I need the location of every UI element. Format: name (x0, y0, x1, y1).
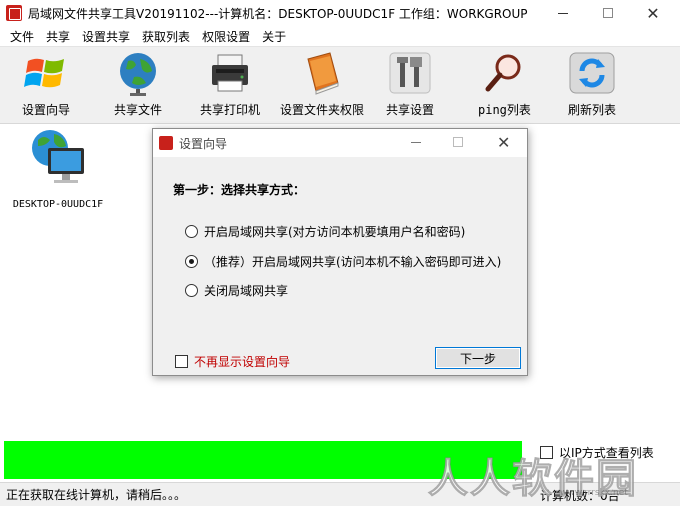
minimize-button[interactable] (540, 0, 586, 26)
dialog-maximize-button (453, 137, 463, 147)
dialog-app-icon (159, 136, 173, 150)
menu-set-share[interactable]: 设置共享 (76, 28, 136, 45)
globe-icon (114, 49, 162, 97)
share-settings-label: 共享设置 (386, 103, 435, 117)
printer-icon (206, 49, 254, 97)
folder-permissions-label: 设置文件夹权限 (280, 103, 365, 117)
folder-permissions-button[interactable]: 设置文件夹权限 (280, 49, 364, 121)
computer-item[interactable]: DESKTOP-0UUDC1F (10, 128, 106, 210)
magnifier-icon (480, 49, 528, 97)
share-files-button[interactable]: 共享文件 (114, 49, 162, 121)
option-disable-share[interactable]: 关闭局域网共享 (185, 282, 288, 299)
step-title: 第一步：选择共享方式： (173, 183, 306, 197)
refresh-list-button[interactable]: 刷新列表 (568, 49, 616, 121)
dont-show-wizard-checkbox[interactable]: 不再显示设置向导 (175, 353, 290, 370)
book-icon (298, 49, 346, 97)
next-button[interactable]: 下一步 (435, 347, 521, 369)
refresh-icon (568, 49, 616, 97)
maximize-button[interactable] (585, 0, 631, 26)
tools-icon (386, 49, 434, 97)
option-share-with-password[interactable]: 开启局域网共享(对方访问本机要填用户名和密码) (185, 223, 465, 240)
dialog-title: 设置向导 (179, 136, 228, 151)
status-text: 正在获取在线计算机，请稍后。。。 (6, 488, 187, 502)
setup-wizard-button[interactable]: 设置向导 (22, 49, 70, 121)
dialog-close-button[interactable]: ✕ (497, 133, 510, 152)
watermark-url: www.rrrskx.net (560, 488, 628, 498)
close-button[interactable]: ✕ (630, 0, 676, 26)
share-printer-button[interactable]: 共享打印机 (200, 49, 260, 121)
share-files-label: 共享文件 (114, 103, 163, 117)
radio-button[interactable] (185, 284, 198, 297)
window-title: 局域网文件共享工具V20191102---计算机名：DESKTOP-0UUDC1… (28, 6, 528, 21)
close-icon: ✕ (646, 3, 660, 23)
menu-get-list[interactable]: 获取列表 (136, 28, 196, 45)
dialog-title-bar: 设置向导 ✕ (153, 129, 527, 157)
maximize-icon (603, 8, 613, 18)
ping-list-button[interactable]: ping列表 (478, 49, 531, 121)
menu-about[interactable]: 关于 (256, 28, 292, 45)
option-label: 关闭局域网共享 (204, 284, 289, 298)
refresh-list-label: 刷新列表 (568, 103, 617, 117)
checkbox[interactable] (175, 355, 188, 368)
dialog-minimize-button[interactable] (411, 142, 421, 143)
network-computer-icon (26, 128, 90, 193)
minimize-icon (558, 12, 568, 14)
menu-share[interactable]: 共享 (40, 28, 76, 45)
option-share-without-password[interactable]: （推荐）开启局域网共享(访问本机不输入密码即可进入) (185, 253, 501, 270)
radio-button-checked[interactable] (185, 255, 198, 268)
option-label: （推荐）开启局域网共享(访问本机不输入密码即可进入) (204, 255, 502, 269)
radio-button[interactable] (185, 225, 198, 238)
app-icon (6, 5, 22, 21)
share-settings-button[interactable]: 共享设置 (386, 49, 434, 121)
computer-name: DESKTOP-0UUDC1F (12, 199, 104, 210)
menu-bar: 文件 共享 设置共享 获取列表 权限设置 关于 (0, 26, 680, 46)
windows-logo-icon (22, 49, 70, 97)
setup-wizard-label: 设置向导 (22, 103, 71, 117)
ping-list-label: ping列表 (478, 103, 531, 117)
dont-show-label: 不再显示设置向导 (194, 355, 291, 369)
toolbar: 设置向导 共享文件 共享打印机 设置文件夹权限 共享设置 ping列表 刷新列表 (0, 46, 680, 124)
setup-wizard-dialog: 设置向导 ✕ 第一步：选择共享方式： 开启局域网共享(对方访问本机要填用户名和密… (152, 128, 528, 376)
menu-file[interactable]: 文件 (4, 28, 40, 45)
option-label: 开启局域网共享(对方访问本机要填用户名和密码) (204, 225, 466, 239)
title-bar: 局域网文件共享工具V20191102---计算机名：DESKTOP-0UUDC1… (0, 0, 680, 26)
share-printer-label: 共享打印机 (200, 103, 261, 117)
menu-permissions[interactable]: 权限设置 (196, 28, 256, 45)
